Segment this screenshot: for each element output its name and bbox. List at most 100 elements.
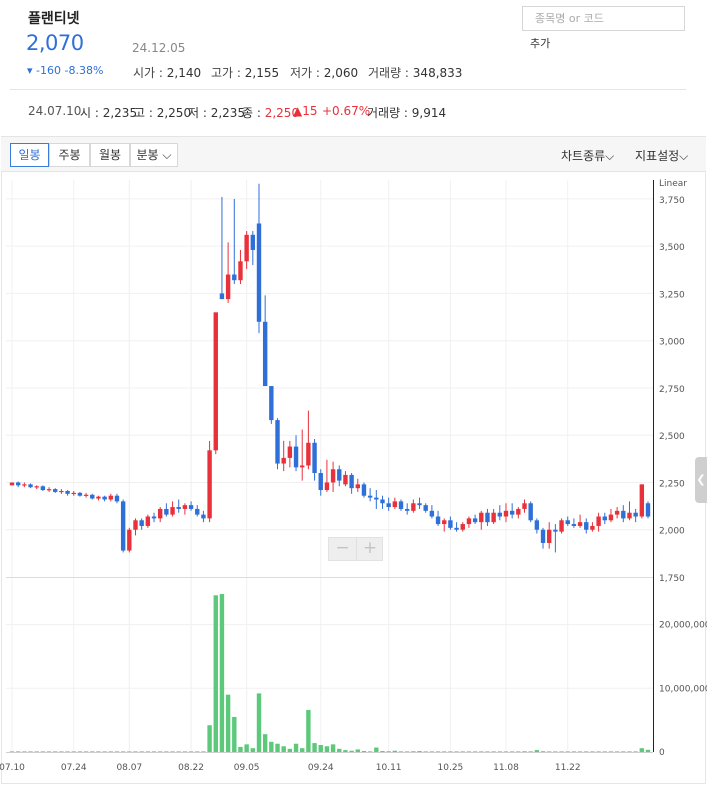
candle-body — [398, 501, 404, 509]
volume-bar — [213, 595, 218, 752]
volume-bar — [201, 751, 206, 752]
volume-bar — [627, 751, 632, 752]
volume-bar — [534, 750, 540, 752]
candle-body — [367, 495, 373, 498]
zoom-out-button[interactable]: − — [329, 538, 356, 560]
candle-body — [188, 505, 194, 509]
volume-bar — [417, 751, 422, 752]
volume-bar — [423, 751, 428, 752]
volume-bar — [547, 751, 552, 752]
volume-bar — [53, 751, 58, 752]
candle-body — [522, 503, 527, 509]
candle-body — [349, 474, 354, 489]
candle-body — [608, 514, 614, 521]
candle-body — [614, 510, 620, 515]
volume-bar — [77, 751, 83, 752]
candle-body — [571, 524, 577, 526]
volume-bar — [349, 750, 354, 752]
candle-body — [225, 274, 231, 300]
candlestick-chart[interactable]: 1,750 2,000 2,250 2,500 2,750 3,000 3,250 3,500… — [0, 0, 707, 785]
volume-bar — [219, 594, 225, 752]
volume-bar — [170, 751, 175, 752]
volume-bar — [306, 709, 311, 752]
volume-bar — [139, 751, 144, 752]
zoom-in-button[interactable]: + — [356, 538, 383, 560]
candle-body — [269, 386, 274, 421]
candle-body — [22, 484, 27, 486]
candle-body — [15, 482, 21, 486]
candle-body — [213, 312, 218, 451]
candle-body — [9, 482, 15, 486]
volume-bar — [374, 747, 379, 752]
candle-body — [516, 508, 521, 515]
volume-bar — [96, 751, 101, 752]
scale-label: Linear — [659, 179, 687, 189]
volume-bar — [164, 751, 169, 752]
candle-body — [565, 520, 570, 525]
candle-body — [337, 469, 342, 481]
candle-body — [262, 321, 268, 387]
candle-body — [157, 508, 163, 519]
volume-bar — [127, 751, 132, 752]
date-tick-label: 10.25 — [438, 763, 464, 773]
volume-bar — [596, 751, 601, 752]
volume-bar — [380, 751, 385, 752]
volume-bar — [318, 744, 323, 752]
candle-body — [275, 420, 280, 464]
candle-body — [411, 503, 416, 511]
volume-bar — [343, 750, 348, 752]
candle-body — [182, 505, 188, 509]
candle-body — [645, 503, 651, 517]
volume-bar — [509, 751, 515, 752]
volume-bar — [59, 751, 64, 752]
candle-body — [312, 442, 317, 474]
volume-bar — [485, 751, 490, 752]
date-tick-label: 08.22 — [178, 763, 204, 773]
candle-body — [497, 512, 503, 517]
price-tick-label: 3,000 — [659, 338, 685, 348]
volume-bar — [195, 751, 200, 752]
volume-bar — [225, 694, 231, 752]
candle-body — [83, 494, 89, 496]
volume-bar — [590, 751, 595, 752]
volume-bar — [232, 716, 237, 752]
candle-body — [195, 508, 200, 515]
volume-bar — [361, 751, 367, 752]
volume-bar — [429, 751, 435, 752]
volume-bar — [157, 751, 163, 752]
volume-bar — [22, 751, 27, 752]
volume-bar — [337, 748, 342, 752]
chevron-left-icon[interactable]: ❮ — [695, 457, 707, 503]
volume-bar — [584, 751, 589, 752]
candle-body — [417, 503, 422, 506]
candle-body — [392, 501, 398, 508]
volume-bar — [633, 751, 638, 752]
date-tick-label: 10.11 — [376, 763, 402, 773]
candle-body — [584, 522, 589, 530]
candle-body — [96, 496, 101, 499]
volume-bar — [516, 751, 521, 752]
price-tick-label: 3,250 — [659, 290, 685, 300]
candle-body — [528, 503, 533, 521]
volume-tick-label: 10,000,000 — [659, 684, 707, 694]
candle-body — [547, 529, 552, 543]
candle-body — [534, 520, 540, 530]
volume-bar — [559, 751, 564, 752]
volume-bar — [497, 751, 503, 752]
candle-body — [293, 446, 299, 468]
volume-bar — [621, 751, 626, 752]
volume-bar — [287, 748, 293, 752]
volume-bar — [145, 751, 151, 752]
volume-bar — [324, 746, 330, 752]
price-tick-label: 1,750 — [659, 574, 685, 584]
volume-bar — [90, 751, 95, 752]
candle-body — [590, 525, 595, 530]
candle-body — [71, 492, 76, 495]
volume-bar — [571, 751, 577, 752]
volume-bar — [256, 693, 262, 752]
candle-body — [596, 516, 601, 526]
volume-bar — [491, 751, 496, 752]
volume-bar — [528, 751, 533, 752]
candle-body — [466, 518, 472, 525]
date-tick-label: 09.24 — [308, 763, 334, 773]
